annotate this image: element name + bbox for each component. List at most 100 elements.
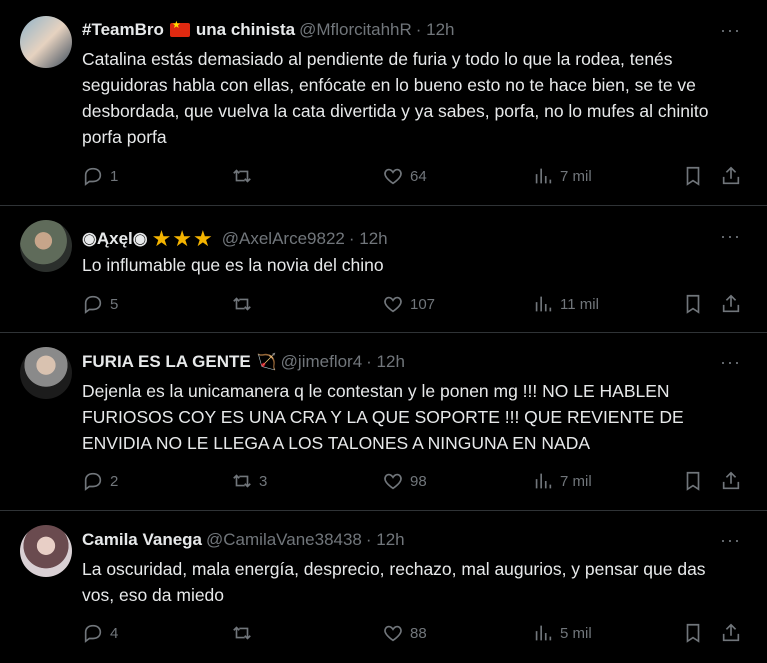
- retweet-icon: [233, 626, 251, 640]
- view-count: 5 mil: [560, 624, 592, 642]
- views-button[interactable]: 7 mil: [532, 470, 592, 492]
- views-button[interactable]: 11 mil: [532, 293, 599, 315]
- share-button[interactable]: [720, 165, 742, 187]
- avatar[interactable]: [20, 525, 72, 577]
- reply-count: 2: [110, 472, 119, 490]
- like-count: 107: [410, 295, 436, 313]
- share-button[interactable]: [720, 293, 742, 315]
- tweet[interactable]: FURIA ES LA GENTE 🏹 @jimeflor4 · 12h ···…: [0, 333, 767, 511]
- retweet-button[interactable]: [231, 165, 259, 187]
- tweet[interactable]: ◉Ąxęl◉ ★★★ @AxelArce9822 · 12h ··· Lo in…: [0, 206, 767, 333]
- retweet-button[interactable]: 3: [231, 470, 267, 492]
- display-name[interactable]: #TeamBro: [82, 20, 164, 40]
- timestamp[interactable]: · 12h: [349, 229, 388, 249]
- more-options-button[interactable]: ···: [720, 352, 741, 373]
- tweet-text: Catalina estás demasiado al pendiente de…: [82, 49, 709, 147]
- display-name[interactable]: ◉Ąxęl◉: [82, 229, 148, 249]
- more-options-button[interactable]: ···: [720, 226, 741, 247]
- retweet-icon: [233, 297, 251, 311]
- views-chart-icon: [535, 625, 552, 641]
- like-count: 98: [410, 472, 427, 490]
- share-icon: [722, 294, 740, 313]
- star-emoji-icon: ★★★: [151, 226, 214, 251]
- reply-button[interactable]: 2: [82, 470, 118, 492]
- china-flag-icon: [169, 20, 190, 37]
- bow-and-arrow-emoji-icon: 🏹: [256, 354, 277, 371]
- reply-button[interactable]: 1: [82, 165, 118, 187]
- view-count: 11 mil: [560, 295, 599, 313]
- avatar[interactable]: [20, 16, 72, 68]
- views-button[interactable]: 7 mil: [532, 165, 592, 187]
- tweet-text: Dejenla es la unicamanera q le contestan…: [82, 381, 684, 453]
- like-button[interactable]: 98: [382, 470, 427, 492]
- bookmark-button[interactable]: [682, 470, 704, 492]
- share-button[interactable]: [720, 470, 742, 492]
- retweet-icon: [233, 474, 251, 488]
- tweet-header: ◉Ąxęl◉ ★★★ @AxelArce9822 · 12h: [82, 226, 388, 252]
- reply-icon: [84, 295, 102, 314]
- tweet-text: Lo influmable que es la novia del chino: [82, 255, 384, 275]
- retweet-count: 3: [259, 472, 268, 490]
- like-count: 64: [410, 167, 427, 185]
- timestamp[interactable]: · 12h: [366, 530, 405, 550]
- more-options-button[interactable]: ···: [720, 20, 741, 41]
- bookmark-icon: [686, 294, 700, 314]
- handle[interactable]: @jimeflor4: [281, 352, 363, 372]
- avatar[interactable]: [20, 220, 72, 272]
- reply-count: 4: [110, 624, 119, 642]
- view-count: 7 mil: [560, 167, 592, 185]
- heart-icon: [384, 625, 402, 642]
- share-icon: [722, 471, 740, 490]
- tweet-actions: 4 88 5 mil: [82, 622, 742, 648]
- tweet-actions: 1 64 7 mil: [82, 165, 742, 191]
- heart-icon: [384, 296, 402, 313]
- tweet-actions: 2 3 98 7 mil: [82, 470, 742, 496]
- avatar[interactable]: [20, 347, 72, 399]
- bookmark-icon: [686, 166, 700, 186]
- reply-button[interactable]: 4: [82, 622, 118, 644]
- reply-icon: [84, 167, 102, 186]
- display-name[interactable]: FURIA ES LA GENTE: [82, 352, 251, 372]
- display-name-suffix[interactable]: una chinista: [196, 20, 295, 40]
- heart-icon: [384, 168, 402, 185]
- tweet-header: FURIA ES LA GENTE 🏹 @jimeflor4 · 12h: [82, 352, 405, 372]
- retweet-button[interactable]: [231, 293, 259, 315]
- views-chart-icon: [535, 473, 552, 489]
- handle[interactable]: @AxelArce9822: [222, 229, 345, 249]
- heart-icon: [384, 473, 402, 490]
- views-chart-icon: [535, 168, 552, 184]
- reply-button[interactable]: 5: [82, 293, 118, 315]
- tweet-header: #TeamBro una chinista @MflorcitahhR · 12…: [82, 20, 455, 40]
- tweet-header: Camila Vanega @CamilaVane38438 · 12h: [82, 530, 405, 550]
- share-icon: [722, 166, 740, 185]
- views-button[interactable]: 5 mil: [532, 622, 592, 644]
- reply-icon: [84, 624, 102, 643]
- bookmark-button[interactable]: [682, 622, 704, 644]
- tweet[interactable]: #TeamBro una chinista @MflorcitahhR · 12…: [0, 0, 767, 206]
- bookmark-icon: [686, 471, 700, 491]
- bookmark-icon: [686, 623, 700, 643]
- timestamp[interactable]: · 12h: [416, 20, 455, 40]
- like-button[interactable]: 64: [382, 165, 427, 187]
- view-count: 7 mil: [560, 472, 592, 490]
- share-button[interactable]: [720, 622, 742, 644]
- display-name[interactable]: Camila Vanega: [82, 530, 202, 550]
- bookmark-button[interactable]: [682, 165, 704, 187]
- tweet-actions: 5 107 11 mil: [82, 293, 742, 319]
- like-button[interactable]: 88: [382, 622, 427, 644]
- retweet-button[interactable]: [231, 622, 259, 644]
- retweet-icon: [233, 169, 251, 183]
- timestamp[interactable]: · 12h: [366, 352, 405, 372]
- reply-icon: [84, 472, 102, 491]
- bookmark-button[interactable]: [682, 293, 704, 315]
- handle[interactable]: @MflorcitahhR: [299, 20, 412, 40]
- handle[interactable]: @CamilaVane38438: [206, 530, 362, 550]
- like-button[interactable]: 107: [382, 293, 435, 315]
- more-options-button[interactable]: ···: [720, 530, 741, 551]
- views-chart-icon: [535, 296, 552, 312]
- tweet[interactable]: Camila Vanega @CamilaVane38438 · 12h ···…: [0, 511, 767, 663]
- like-count: 88: [410, 624, 427, 642]
- timeline: #TeamBro una chinista @MflorcitahhR · 12…: [0, 0, 767, 663]
- reply-count: 5: [110, 295, 119, 313]
- tweet-text: La oscuridad, mala energía, desprecio, r…: [82, 559, 706, 605]
